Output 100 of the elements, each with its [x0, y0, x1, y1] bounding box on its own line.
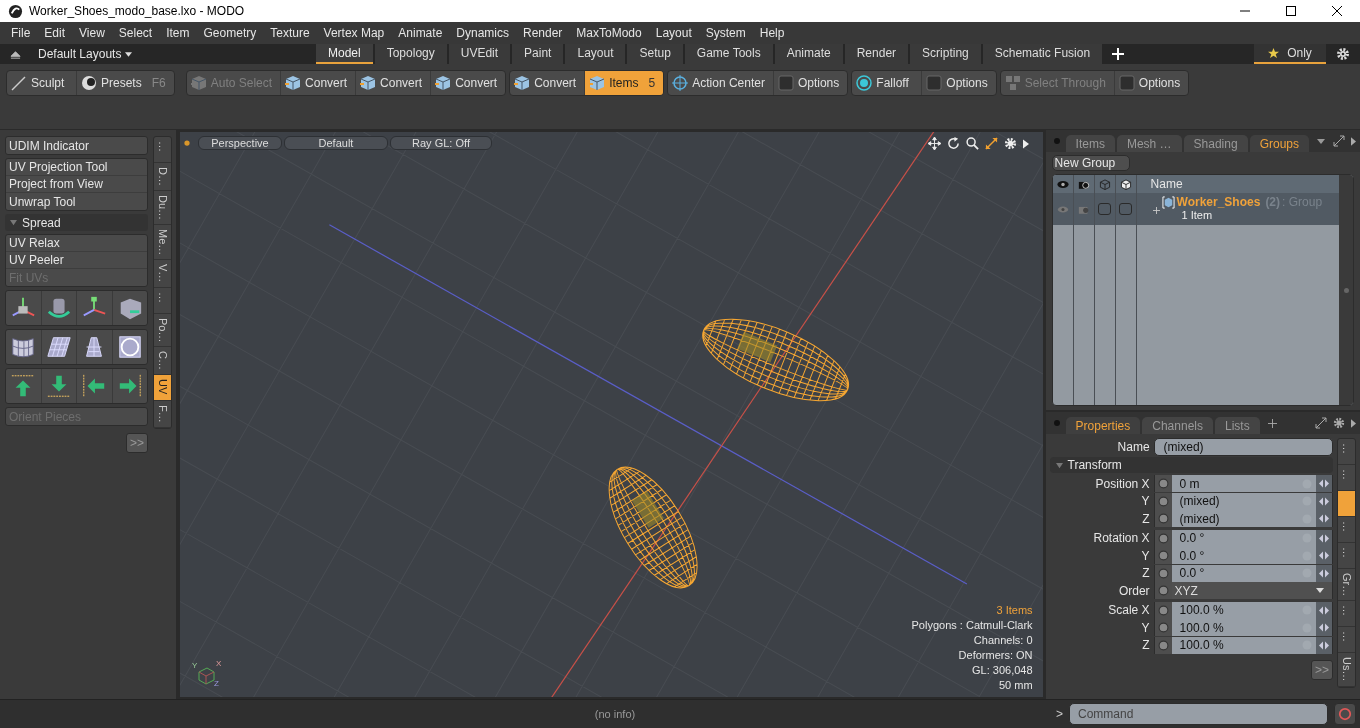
- tool-button[interactable]: Unwrap Tool: [6, 193, 148, 210]
- expand-icon[interactable]: [1152, 207, 1160, 214]
- 3d-viewport[interactable]: Perspective Default Ray GL: Off Y X Z 3 Items Polygons : Catmull-Clark Channels: 0 Deformers: ON GL: 306,048 50 mm: [178, 130, 1045, 699]
- side-tab[interactable]: Me…: [154, 225, 171, 261]
- spinner-icon[interactable]: [1316, 492, 1332, 510]
- spinner-icon[interactable]: [1316, 601, 1332, 619]
- caret-icon[interactable]: [1317, 138, 1325, 144]
- side-tab[interactable]: …: [1338, 627, 1355, 654]
- side-tab[interactable]: …: [154, 137, 171, 163]
- menu-item[interactable]: System: [698, 26, 753, 40]
- menu-item[interactable]: File: [4, 26, 38, 40]
- menu-item[interactable]: View: [72, 26, 112, 40]
- viewport-option-button[interactable]: Ray GL: Off: [390, 136, 492, 150]
- side-tab[interactable]: Gr…: [1338, 569, 1355, 602]
- search-icon[interactable]: [965, 137, 979, 150]
- name-field[interactable]: (mixed): [1153, 437, 1333, 456]
- tool-button[interactable]: Options: [922, 71, 996, 95]
- section-header[interactable]: Spread: [5, 214, 149, 231]
- layout-tab[interactable]: Animate: [774, 44, 843, 64]
- side-tab[interactable]: Du…: [154, 190, 171, 225]
- layout-tab[interactable]: Setup: [627, 44, 683, 64]
- value-field[interactable]: 0.0 °: [1171, 547, 1333, 565]
- spinner-icon[interactable]: [1316, 619, 1332, 637]
- value-field[interactable]: 0.0 °: [1171, 564, 1333, 582]
- layout-tab[interactable]: Scripting: [910, 44, 981, 64]
- menu-item[interactable]: Select: [111, 26, 160, 40]
- spinner-icon[interactable]: [1316, 547, 1332, 565]
- menu-item[interactable]: Geometry: [196, 26, 264, 40]
- tool-button[interactable]: Project from View: [6, 176, 148, 193]
- keyframe-icon[interactable]: [1153, 636, 1172, 654]
- menu-item[interactable]: MaxToModo: [569, 26, 649, 40]
- only-toggle[interactable]: Only: [1254, 44, 1326, 64]
- panel-tab[interactable]: Items: [1065, 135, 1115, 152]
- section-header[interactable]: Transform: [1049, 457, 1333, 473]
- shoe-wireframe-drawing[interactable]: [702, 318, 849, 402]
- lock-toggle[interactable]: [1098, 203, 1112, 215]
- side-tab[interactable]: V…: [154, 260, 171, 288]
- panel-tab[interactable]: Channels: [1142, 417, 1213, 434]
- menu-item[interactable]: Help: [752, 26, 792, 40]
- keyframe-icon[interactable]: [1153, 547, 1172, 565]
- menu-item[interactable]: Render: [516, 26, 570, 40]
- spinner-icon[interactable]: [1316, 475, 1332, 493]
- value-field[interactable]: 100.0 %: [1171, 601, 1333, 619]
- layout-tab[interactable]: Schematic Fusion: [982, 44, 1103, 64]
- menu-item[interactable]: Texture: [263, 26, 317, 40]
- tool-button[interactable]: Presets F6: [77, 71, 174, 95]
- tool-button[interactable]: Options: [773, 71, 848, 95]
- tool-button[interactable]: Convert: [356, 71, 432, 95]
- layouts-dropdown[interactable]: Default Layouts: [30, 44, 316, 64]
- rotate-icon[interactable]: [946, 137, 960, 150]
- keyframe-icon[interactable]: [1153, 619, 1172, 637]
- side-tab[interactable]: Us…: [1338, 653, 1355, 687]
- value-field[interactable]: 0 m: [1171, 475, 1333, 493]
- menu-item[interactable]: Edit: [37, 26, 73, 40]
- spinner-icon[interactable]: [1316, 529, 1332, 547]
- keyframe-icon[interactable]: [1153, 529, 1172, 547]
- layout-tab[interactable]: Model: [316, 44, 373, 64]
- side-tab[interactable]: D…: [154, 163, 171, 191]
- value-field[interactable]: 100.0 %: [1171, 619, 1333, 637]
- record-button[interactable]: [1334, 703, 1356, 725]
- select-toggle[interactable]: [1119, 203, 1133, 215]
- layout-tab[interactable]: Paint: [512, 44, 564, 64]
- tool-button[interactable]: Convert: [431, 71, 506, 95]
- value-field[interactable]: (mixed): [1171, 492, 1333, 510]
- keyframe-icon[interactable]: [1153, 510, 1172, 528]
- tool-button[interactable]: UDIM Indicator: [6, 137, 148, 154]
- tool-button[interactable]: Items 5: [585, 71, 664, 95]
- viewport-option-button[interactable]: Perspective: [198, 136, 282, 150]
- triangle-icon[interactable]: [1351, 418, 1356, 428]
- panel-tab[interactable]: Mesh …: [1116, 135, 1182, 152]
- triangle-icon[interactable]: [1351, 136, 1356, 146]
- spinner-icon[interactable]: [1316, 636, 1332, 654]
- tool-button[interactable]: Sculpt: [7, 71, 77, 95]
- scroll-handle-icon[interactable]: [1343, 287, 1349, 293]
- value-field[interactable]: (mixed): [1171, 510, 1333, 528]
- order-dropdown[interactable]: XYZ: [1171, 582, 1333, 600]
- side-tab[interactable]: …: [1338, 543, 1355, 569]
- keyframe-icon[interactable]: [1153, 564, 1172, 582]
- side-tab[interactable]: …: [1338, 517, 1355, 543]
- menu-item[interactable]: Vertex Map: [316, 26, 392, 40]
- layout-tab[interactable]: Topology: [374, 44, 447, 64]
- panel-tab[interactable]: Properties: [1065, 417, 1141, 434]
- side-tab[interactable]: …: [1338, 439, 1355, 465]
- side-tab[interactable]: [1338, 491, 1355, 517]
- value-field[interactable]: 100.0 %: [1171, 636, 1333, 654]
- command-field[interactable]: Command: [1069, 703, 1328, 725]
- panel-tab[interactable]: Groups: [1249, 135, 1309, 152]
- side-tab[interactable]: F…: [154, 401, 171, 428]
- spinner-icon[interactable]: [1316, 510, 1332, 528]
- tool-button[interactable]: Falloff: [852, 71, 923, 95]
- tool-button[interactable]: Convert: [281, 71, 357, 95]
- move-icon[interactable]: [927, 137, 941, 150]
- tool-button[interactable]: Action Center: [668, 71, 774, 95]
- shoe-wireframe-drawing[interactable]: [608, 466, 698, 589]
- side-tab[interactable]: UV: [154, 375, 171, 402]
- layout-tab[interactable]: Game Tools: [684, 44, 773, 64]
- tool-button[interactable]: UV Projection Tool: [6, 159, 148, 176]
- menu-item[interactable]: Item: [159, 26, 197, 40]
- side-tab[interactable]: …: [1338, 601, 1355, 628]
- settings-icon[interactable]: [1333, 417, 1345, 429]
